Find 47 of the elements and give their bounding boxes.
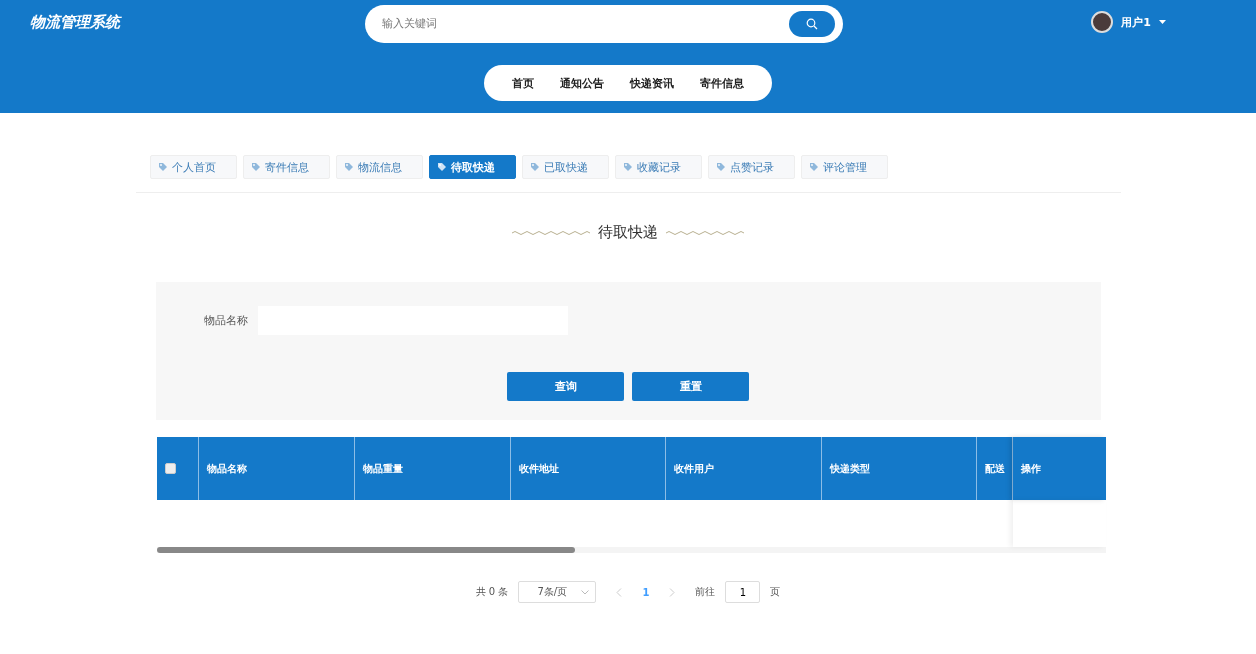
page-input[interactable]: 1	[725, 581, 761, 603]
tab[interactable]: 已取快递	[521, 155, 609, 179]
field-label: 物品名称	[203, 313, 248, 328]
user-name[interactable]: 用户1	[1121, 14, 1151, 30]
tab[interactable]: 寄件信息	[242, 155, 330, 179]
query-button[interactable]: 查询	[507, 372, 624, 401]
logo: 物流管理系统	[30, 12, 123, 32]
column-header: 收件地址	[510, 437, 666, 500]
tag-icon	[157, 162, 168, 172]
column-header: 物品名称	[198, 437, 355, 500]
tag-icon	[808, 162, 819, 172]
column-header: 操作	[1012, 437, 1106, 500]
tag-icon	[529, 162, 540, 172]
nav-link[interactable]: 寄件信息	[700, 75, 744, 91]
page-unit: 页	[770, 585, 781, 599]
search-bar[interactable]: 输入关键词	[365, 4, 843, 43]
page-size-select[interactable]: 7条/页	[518, 581, 597, 603]
scrollbar-thumb[interactable]	[156, 547, 575, 553]
tab[interactable]: 收藏记录	[614, 155, 702, 179]
tag-icon	[622, 162, 633, 172]
tab[interactable]: 物流信息	[335, 155, 423, 179]
search-icon	[806, 17, 818, 30]
column-header: 配送	[976, 437, 1013, 500]
page-title: 待取快递	[598, 223, 658, 242]
chevron-icon	[581, 589, 590, 595]
tab[interactable]: 点赞记录	[707, 155, 795, 179]
column-header: 物品重量	[354, 437, 511, 500]
total-count: 共 0 条	[475, 585, 509, 599]
column-header: 快递类型	[821, 437, 977, 500]
nav-link[interactable]: 通知公告	[560, 75, 604, 91]
user-avatar[interactable]	[1091, 11, 1114, 33]
tag-icon	[715, 162, 726, 172]
page-number[interactable]: 1	[642, 586, 650, 598]
reset-button[interactable]: 重置	[632, 372, 749, 401]
jump-label: 前往	[695, 585, 716, 599]
tag-icon	[250, 162, 261, 172]
tab[interactable]: 评论管理	[800, 155, 888, 179]
caret-icon[interactable]	[1159, 20, 1166, 24]
checkbox[interactable]	[164, 463, 176, 474]
search-button[interactable]	[789, 10, 835, 37]
nav-link[interactable]: 快递资讯	[630, 75, 674, 91]
tag-icon	[436, 162, 447, 172]
tag-icon	[343, 162, 354, 172]
tab[interactable]: 待取快递	[428, 155, 516, 179]
column-header: 收件用户	[665, 437, 822, 500]
tab[interactable]: 个人首页	[149, 155, 237, 179]
nav-link[interactable]: 首页	[512, 75, 534, 91]
